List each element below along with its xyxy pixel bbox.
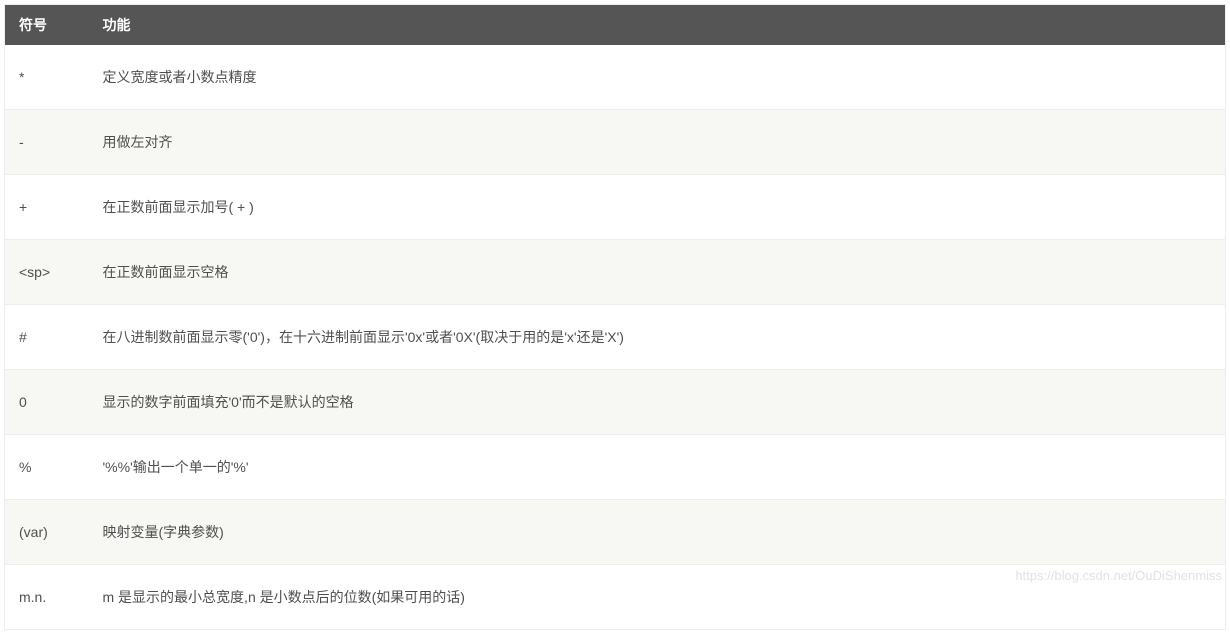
cell-symbol: <sp> — [5, 240, 89, 305]
cell-symbol: % — [5, 435, 89, 500]
header-symbol: 符号 — [5, 5, 89, 46]
cell-symbol: m.n. — [5, 565, 89, 630]
table-row: (var) 映射变量(字典参数) — [5, 500, 1226, 565]
table-row: % '%%'输出一个单一的'%' — [5, 435, 1226, 500]
header-function: 功能 — [89, 5, 1226, 46]
table-row: - 用做左对齐 — [5, 110, 1226, 175]
table-row: # 在八进制数前面显示零('0')，在十六进制前面显示'0x'或者'0X'(取决… — [5, 305, 1226, 370]
cell-symbol: - — [5, 110, 89, 175]
table-row: 0 显示的数字前面填充'0'而不是默认的空格 — [5, 370, 1226, 435]
cell-function: '%%'输出一个单一的'%' — [89, 435, 1226, 500]
cell-function: m 是显示的最小总宽度,n 是小数点后的位数(如果可用的话) — [89, 565, 1226, 630]
table-header-row: 符号 功能 — [5, 5, 1226, 46]
cell-function: 定义宽度或者小数点精度 — [89, 45, 1226, 110]
cell-function: 用做左对齐 — [89, 110, 1226, 175]
cell-symbol: * — [5, 45, 89, 110]
cell-function: 在正数前面显示加号( + ) — [89, 175, 1226, 240]
cell-function: 映射变量(字典参数) — [89, 500, 1226, 565]
cell-symbol: (var) — [5, 500, 89, 565]
cell-symbol: # — [5, 305, 89, 370]
table-row: <sp> 在正数前面显示空格 — [5, 240, 1226, 305]
cell-symbol: 0 — [5, 370, 89, 435]
table-row: + 在正数前面显示加号( + ) — [5, 175, 1226, 240]
table-row: * 定义宽度或者小数点精度 — [5, 45, 1226, 110]
format-specifier-table: 符号 功能 * 定义宽度或者小数点精度 - 用做左对齐 + 在正数前面显示加号(… — [4, 4, 1226, 630]
cell-function: 显示的数字前面填充'0'而不是默认的空格 — [89, 370, 1226, 435]
cell-function: 在正数前面显示空格 — [89, 240, 1226, 305]
cell-symbol: + — [5, 175, 89, 240]
cell-function: 在八进制数前面显示零('0')，在十六进制前面显示'0x'或者'0X'(取决于用… — [89, 305, 1226, 370]
table-row: m.n. m 是显示的最小总宽度,n 是小数点后的位数(如果可用的话) — [5, 565, 1226, 630]
